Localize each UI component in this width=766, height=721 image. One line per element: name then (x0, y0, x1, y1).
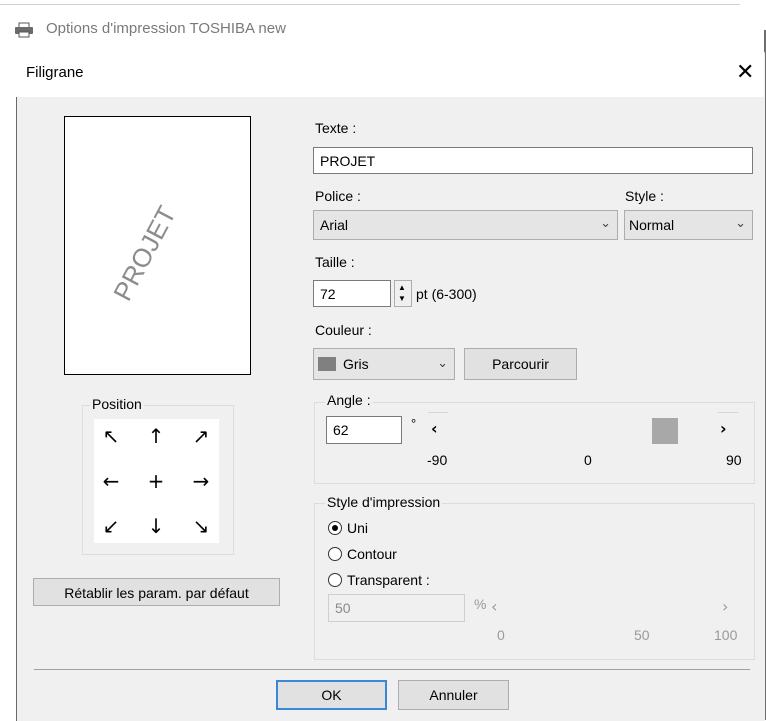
radio-uni[interactable] (328, 521, 342, 535)
transparency-mid-label: 50 (634, 627, 650, 643)
angle-max-label: 90 (726, 452, 742, 468)
degree-symbol: ° (411, 416, 417, 431)
angle-label: Angle : (325, 392, 373, 408)
reset-defaults-button[interactable]: Rétablir les param. par défaut (33, 578, 280, 606)
printer-icon (14, 22, 34, 38)
position-center-icon[interactable]: + (141, 466, 171, 496)
position-bottom-right-icon[interactable]: ↘ (186, 511, 216, 541)
font-style-value: Normal (629, 217, 675, 233)
caret-up-icon[interactable]: ▲ (398, 283, 406, 292)
angle-min-label: -90 (427, 452, 448, 468)
radio-transparent[interactable] (328, 573, 342, 587)
chevron-down-icon: ⌄ (735, 216, 746, 231)
radio-contour-label: Contour (347, 546, 397, 562)
transparency-increase-icon[interactable]: › (722, 597, 728, 616)
angle-input[interactable]: 62 (326, 416, 402, 444)
color-select-value: Gris (343, 356, 369, 372)
close-icon[interactable]: ✕ (736, 62, 754, 84)
font-select[interactable]: Arial ⌄ (313, 210, 618, 240)
dialog-titlebar (16, 52, 764, 97)
position-top-left-icon[interactable]: ↖ (96, 421, 126, 451)
transparency-min-label: 0 (497, 627, 505, 643)
background-window-title: Options d'impression TOSHIBA new (46, 20, 286, 37)
transparency-max-label: 100 (714, 627, 738, 643)
font-label: Police : (315, 188, 361, 204)
angle-increase-icon[interactable]: › (720, 419, 727, 438)
position-bottom-icon[interactable]: ↓ (141, 511, 171, 541)
caret-down-icon[interactable]: ▼ (398, 294, 406, 303)
radio-uni-label: Uni (347, 520, 369, 536)
size-unit-label: pt (6-300) (416, 286, 477, 302)
radio-transparent-label: Transparent : (347, 572, 430, 588)
angle-decrease-icon[interactable]: ‹ (431, 419, 438, 438)
size-input[interactable]: 72 (313, 280, 391, 307)
text-label: Texte : (315, 120, 357, 136)
angle-slider-thumb[interactable] (652, 418, 678, 444)
bottom-separator (34, 669, 750, 670)
browse-button[interactable]: Parcourir (464, 348, 577, 380)
size-stepper[interactable]: ▲ ▼ (394, 280, 412, 307)
background-divider (0, 4, 740, 5)
position-grid: ↖ ↑ ↗ ← + → ↙ ↓ ↘ (94, 419, 219, 543)
print-style-label: Style d'impression (325, 494, 443, 510)
font-style-select[interactable]: Normal ⌄ (624, 210, 753, 240)
chevron-down-icon: ⌄ (437, 356, 448, 371)
transparency-decrease-icon[interactable]: ‹ (491, 597, 497, 616)
angle-slider-track-left (428, 412, 448, 413)
position-top-icon[interactable]: ↑ (141, 421, 171, 451)
angle-slider-track-right (718, 412, 738, 413)
font-select-value: Arial (320, 217, 349, 233)
cancel-button[interactable]: Annuler (398, 680, 509, 710)
color-swatch (318, 357, 336, 371)
style-label: Style : (625, 188, 664, 204)
percent-symbol: % (474, 596, 487, 612)
color-select[interactable]: Gris ⌄ (313, 348, 455, 380)
dialog-title: Filigrane (26, 64, 84, 81)
position-label: Position (90, 396, 144, 412)
size-label: Taille : (315, 254, 355, 270)
position-right-icon[interactable]: → (186, 466, 216, 496)
chevron-down-icon: ⌄ (600, 216, 611, 231)
position-top-right-icon[interactable]: ↗ (186, 421, 216, 451)
position-left-icon[interactable]: ← (96, 466, 126, 496)
ok-button[interactable]: OK (276, 680, 387, 710)
radio-contour[interactable] (328, 547, 342, 561)
color-label: Couleur : (315, 322, 372, 338)
angle-mid-label: 0 (584, 452, 592, 468)
watermark-text-input[interactable]: PROJET (313, 147, 753, 174)
position-bottom-left-icon[interactable]: ↙ (96, 511, 126, 541)
transparency-input[interactable]: 50 (328, 594, 465, 622)
